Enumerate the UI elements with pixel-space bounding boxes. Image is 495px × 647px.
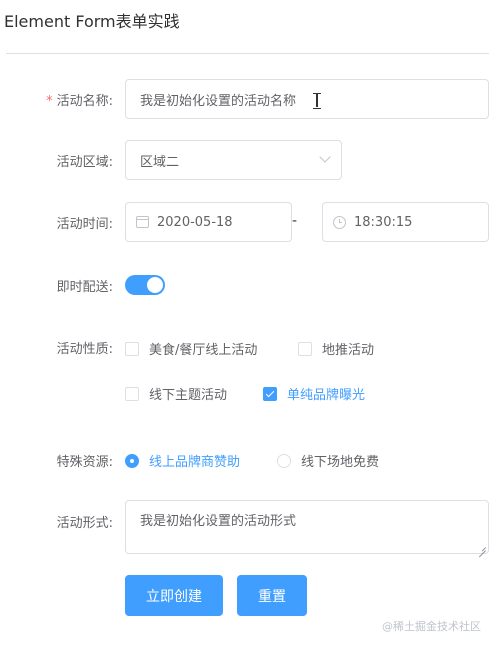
region-label: 活动区域: <box>56 155 113 170</box>
checkbox-label: 线下主题活动 <box>149 388 228 403</box>
chevron-down-icon <box>319 151 331 163</box>
region-select-value: 区域二 <box>140 154 180 170</box>
clock-icon <box>333 215 346 229</box>
type-label: 活动性质: <box>56 342 113 357</box>
time-label: 活动时间: <box>56 217 113 232</box>
date-value: 2020-05-18 <box>157 214 233 230</box>
region-select[interactable]: 区域二 <box>125 140 342 180</box>
checkbox-box <box>125 341 139 356</box>
resize-handle-icon[interactable] <box>479 544 486 551</box>
checkbox-label: 单纯品牌曝光 <box>287 388 366 403</box>
checkbox-box <box>125 386 139 401</box>
title-divider <box>6 53 489 54</box>
calendar-icon <box>136 216 149 228</box>
resource-radio-1[interactable]: 线上品牌商赞助 <box>125 451 240 470</box>
resource-label: 特殊资源: <box>56 455 113 470</box>
name-label: * 活动名称: <box>3 90 113 109</box>
required-mark: * <box>46 94 53 109</box>
time-picker[interactable]: 18:30:15 <box>322 202 489 242</box>
desc-label: 活动形式: <box>56 516 113 531</box>
watermark: @稀土掘金技术社区 <box>382 620 481 633</box>
desc-textarea-value: 我是初始化设置的活动形式 <box>140 514 297 529</box>
text-cursor-icon <box>313 93 321 109</box>
name-label-text: 活动名称: <box>56 94 113 109</box>
delivery-label: 即时配送: <box>56 280 113 295</box>
page-title: Element Form表单实践 <box>4 12 180 31</box>
reset-button[interactable]: 重置 <box>237 575 307 616</box>
desc-textarea[interactable]: 我是初始化设置的活动形式 <box>125 500 489 554</box>
resource-radio-2[interactable]: 线下场地免费 <box>277 451 379 470</box>
checkbox-check-icon <box>263 386 277 401</box>
name-input-value: 我是初始化设置的活动名称 <box>140 93 297 109</box>
time-value: 18:30:15 <box>354 214 413 230</box>
radio-label: 线下场地免费 <box>301 455 380 470</box>
type-checkbox-1[interactable]: 美食/餐厅线上活动 <box>125 339 257 358</box>
radio-circle <box>277 453 291 468</box>
radio-label: 线上品牌商赞助 <box>149 455 241 470</box>
checkbox-box <box>298 341 312 356</box>
checkbox-label: 美食/餐厅线上活动 <box>149 343 258 358</box>
date-picker[interactable]: 2020-05-18 <box>125 202 292 242</box>
delivery-switch[interactable] <box>125 275 165 295</box>
type-checkbox-4[interactable]: 单纯品牌曝光 <box>263 384 365 403</box>
create-button[interactable]: 立即创建 <box>125 575 223 616</box>
time-separator: - <box>292 213 298 229</box>
type-checkbox-3[interactable]: 线下主题活动 <box>125 384 227 403</box>
radio-circle <box>125 453 139 468</box>
name-input[interactable]: 我是初始化设置的活动名称 <box>125 79 489 119</box>
type-checkbox-2[interactable]: 地推活动 <box>298 339 374 358</box>
checkbox-label: 地推活动 <box>322 343 375 358</box>
switch-knob <box>147 277 163 293</box>
